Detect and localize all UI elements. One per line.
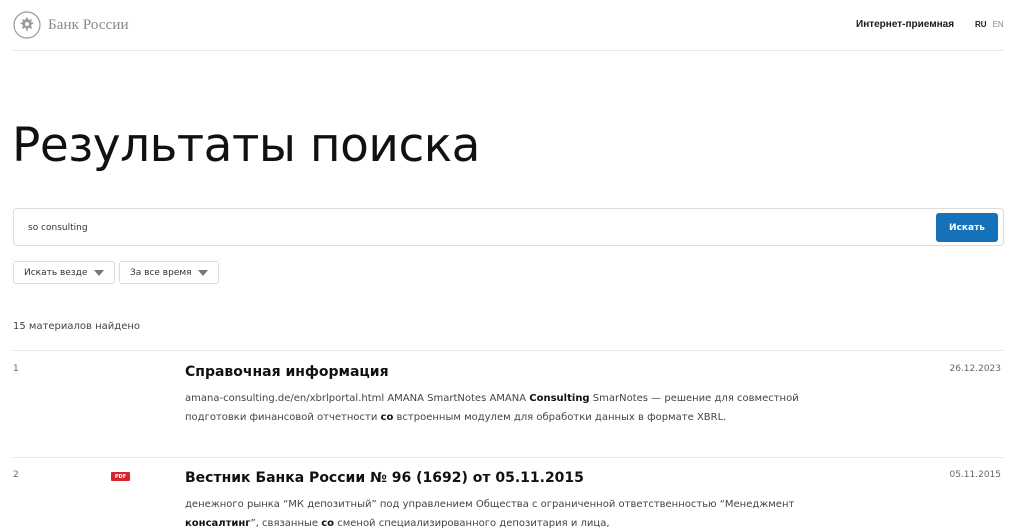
result-divider <box>13 350 1004 351</box>
result-divider <box>13 457 1004 458</box>
search-button[interactable]: Искать <box>936 213 998 242</box>
logo-text: Банк России <box>48 16 129 33</box>
search-bar: Искать <box>13 208 1004 246</box>
snippet-text: встроенным модулем для обработки данных … <box>393 412 727 423</box>
lang-ru-button[interactable]: RU <box>975 20 987 29</box>
header-divider <box>13 50 1004 51</box>
result-number: 1 <box>13 364 19 374</box>
page-title: Результаты поиска <box>12 118 480 173</box>
time-range-select[interactable]: За все время <box>119 261 219 284</box>
bank-logo[interactable]: Банк России <box>13 11 129 39</box>
result-snippet: денежного рынка “МК депозитный” под упра… <box>185 495 815 532</box>
snippet-text: денежного рынка “МК депозитный” под упра… <box>185 499 795 510</box>
chevron-down-icon <box>198 270 208 276</box>
time-range-value: За все время <box>130 267 192 278</box>
result-date: 26.12.2023 <box>949 364 1001 374</box>
pdf-file-icon: PDF <box>111 472 130 481</box>
site-header: Банк России Интернет-приемная RU EN <box>0 0 1024 50</box>
search-input[interactable] <box>28 220 908 236</box>
snippet-text: ”, связанные <box>250 518 322 529</box>
snippet-highlight: со <box>380 412 394 423</box>
results-count: 15 материалов найдено <box>13 321 140 332</box>
snippet-highlight: консалтинг <box>185 518 251 529</box>
snippet-text: сменой специализированного депозитария и… <box>334 518 610 529</box>
chevron-down-icon <box>94 270 104 276</box>
snippet-text: amana-consulting.de/en/xbrlportal.html A… <box>185 393 530 404</box>
result-title-link[interactable]: Вестник Банка России № 96 (1692) от 05.1… <box>185 470 584 486</box>
double-eagle-emblem-icon <box>13 11 41 39</box>
language-switch: RU EN <box>975 20 1004 29</box>
snippet-highlight: Consulting <box>529 393 590 404</box>
result-snippet: amana-consulting.de/en/xbrlportal.html A… <box>185 389 815 427</box>
result-title-link[interactable]: Справочная информация <box>185 364 389 380</box>
result-date: 05.11.2015 <box>949 470 1001 480</box>
snippet-highlight: со <box>321 518 335 529</box>
search-scope-select[interactable]: Искать везде <box>13 261 115 284</box>
internet-reception-link[interactable]: Интернет-приемная <box>856 19 954 30</box>
lang-en-button[interactable]: EN <box>993 20 1004 29</box>
search-scope-value: Искать везде <box>24 267 88 278</box>
result-number: 2 <box>13 470 19 480</box>
